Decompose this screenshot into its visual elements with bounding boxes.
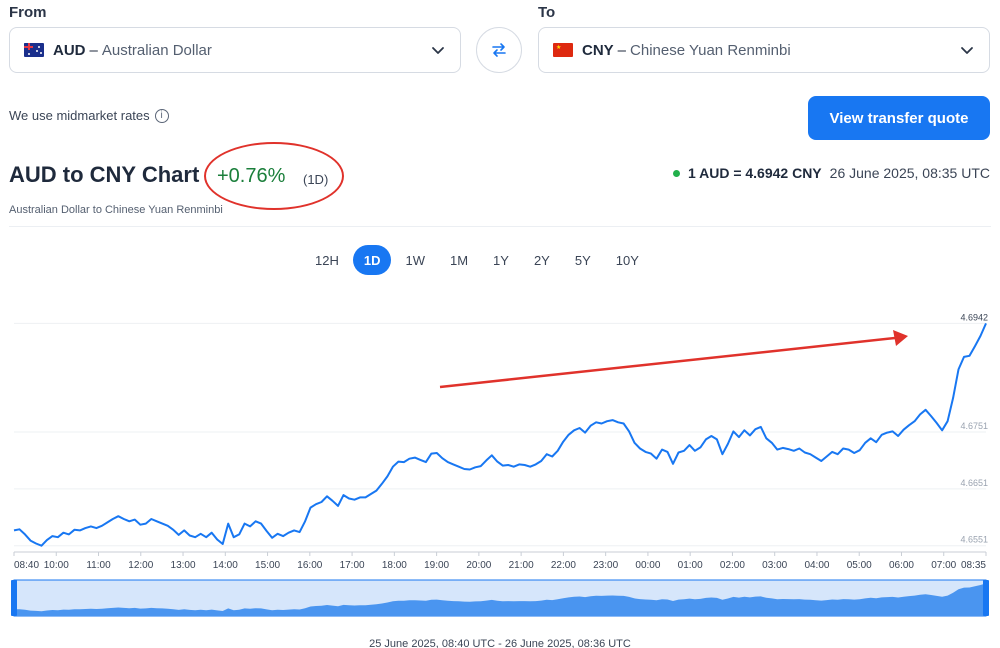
x-tick-label: 00:00 <box>635 560 660 571</box>
chevron-down-icon <box>432 47 444 54</box>
live-indicator-dot <box>672 169 680 177</box>
swap-currencies-button[interactable] <box>476 27 522 73</box>
x-tick-label: 23:00 <box>593 560 618 571</box>
y-tick-label: 4.6551 <box>960 535 988 545</box>
tab-12h[interactable]: 12H <box>304 245 350 275</box>
tab-1w[interactable]: 1W <box>394 245 436 275</box>
x-tick-label: 04:00 <box>804 560 829 571</box>
to-currency-select[interactable]: ★ CNY – Chinese Yuan Renminbi <box>538 27 990 73</box>
chevron-down-icon <box>961 47 973 54</box>
x-tick-label: 21:00 <box>509 560 534 571</box>
rate-series-line <box>13 322 987 547</box>
x-tick-label: 18:00 <box>382 560 407 571</box>
to-currency-code: CNY <box>582 41 614 59</box>
x-tick-label: 01:00 <box>678 560 703 571</box>
x-tick-label: 19:00 <box>424 560 449 571</box>
x-tick-label: 08:35 <box>961 560 986 571</box>
x-tick-label: 13:00 <box>171 560 196 571</box>
x-tick-label: 15:00 <box>255 560 280 571</box>
range-navigator[interactable] <box>0 578 1000 618</box>
midmarket-note: We use midmarket rates i <box>9 108 169 123</box>
x-tick-label: 07:00 <box>931 560 956 571</box>
x-tick-label: 16:00 <box>297 560 322 571</box>
x-tick-label: 05:00 <box>847 560 872 571</box>
navigator-left-handle <box>11 580 17 616</box>
tab-1y[interactable]: 1Y <box>482 245 520 275</box>
chart-title: AUD to CNY Chart <box>9 162 200 187</box>
from-label: From <box>9 4 47 21</box>
annotation-arrow-line <box>439 336 896 389</box>
to-currency-dash: – <box>617 41 627 59</box>
rate-timestamp: 26 June 2025, 08:35 UTC <box>829 165 990 181</box>
x-tick-label: 10:00 <box>44 560 69 571</box>
y-tick-label: 4.6751 <box>960 421 988 431</box>
swap-arrows-icon <box>492 43 506 57</box>
x-tick-label: 12:00 <box>128 560 153 571</box>
from-currency-code: AUD <box>53 41 86 59</box>
x-tick-label: 22:00 <box>551 560 576 571</box>
tab-2y[interactable]: 2Y <box>523 245 561 275</box>
date-range-label: 25 June 2025, 08:40 UTC - 26 June 2025, … <box>369 638 631 648</box>
tab-1m[interactable]: 1M <box>439 245 479 275</box>
divider <box>9 226 991 227</box>
x-tick-label: 11:00 <box>86 560 111 571</box>
x-tick-label: 03:00 <box>762 560 787 571</box>
live-rate: 1 AUD = 4.6942 CNY 26 June 2025, 08:35 U… <box>672 165 990 181</box>
to-currency-name: Chinese Yuan Renminbi <box>630 41 791 59</box>
x-tick-label: 02:00 <box>720 560 745 571</box>
china-flag-icon: ★ <box>553 43 573 57</box>
from-currency-select[interactable]: AUD – Australian Dollar <box>9 27 461 73</box>
x-tick-label: 06:00 <box>889 560 914 571</box>
rate-value: 1 AUD = 4.6942 CNY <box>687 165 822 181</box>
annotation-arrow-head <box>893 330 908 346</box>
chart-subtitle: Australian Dollar to Chinese Yuan Renmin… <box>9 204 223 216</box>
rate-line-chart[interactable]: 4.6942 4.6751 4.6651 4.6551 08:40 10:00 11:00 1… <box>0 290 1000 575</box>
y-tick-label: 4.6942 <box>960 312 988 322</box>
from-currency-name: Australian Dollar <box>101 41 212 59</box>
from-currency-dash: – <box>89 41 98 59</box>
x-tick-label: 17:00 <box>340 560 365 571</box>
x-tick-label: 20:00 <box>466 560 491 571</box>
view-transfer-quote-button[interactable]: View transfer quote <box>808 96 990 140</box>
australia-flag-icon <box>24 43 44 57</box>
x-tick-label: 14:00 <box>213 560 238 571</box>
info-icon[interactable]: i <box>154 108 169 123</box>
x-tick-label: 08:40 <box>14 560 39 571</box>
to-label: To <box>538 4 556 21</box>
annotation-circle <box>204 142 344 210</box>
tab-5y[interactable]: 5Y <box>564 245 602 275</box>
tab-1d[interactable]: 1D <box>352 245 392 275</box>
tab-10y[interactable]: 10Y <box>605 245 650 275</box>
y-tick-label: 4.6651 <box>960 478 988 488</box>
midmarket-text: We use midmarket rates <box>9 108 150 123</box>
period-tabs: 12H 1D 1W 1M 1Y 2Y 5Y 10Y <box>304 245 653 275</box>
navigator-right-handle <box>983 580 989 616</box>
